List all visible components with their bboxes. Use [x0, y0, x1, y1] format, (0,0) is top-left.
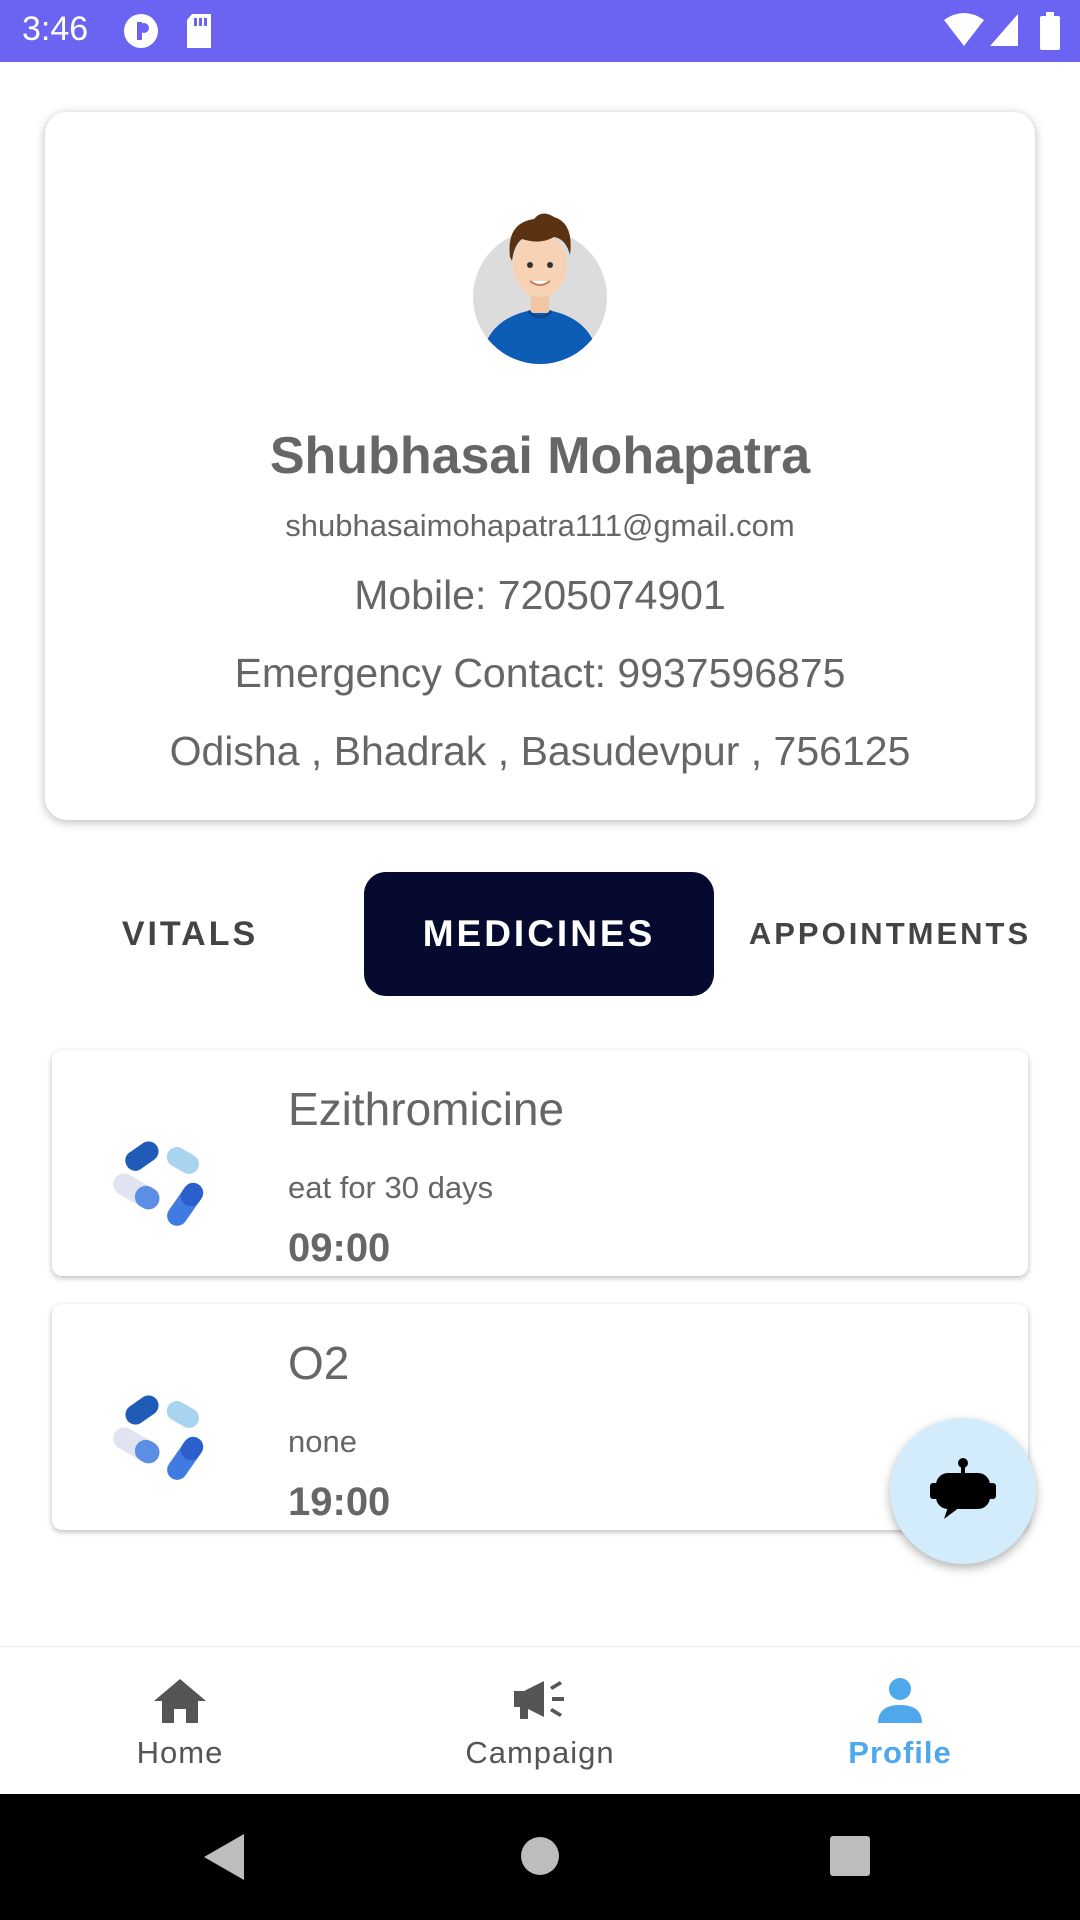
- chatbot-icon: [930, 1457, 996, 1526]
- recents-icon[interactable]: [830, 1836, 870, 1881]
- medicine-name: O2: [288, 1337, 350, 1389]
- nav-home-label: Home: [136, 1735, 224, 1770]
- wifi-icon: [944, 12, 984, 53]
- pills-icon: [102, 1388, 212, 1488]
- profile-mobile: Mobile: 7205074901: [354, 572, 726, 618]
- nav-campaign-label: Campaign: [465, 1735, 615, 1770]
- megaphone-icon: [510, 1675, 570, 1725]
- medicine-name: Ezithromicine: [288, 1083, 565, 1135]
- battery-icon: [1040, 12, 1060, 55]
- system-nav-bar: [0, 1794, 1080, 1920]
- nav-home[interactable]: Home: [30, 1647, 330, 1795]
- signal-icon: [988, 12, 1020, 53]
- tab-medicines[interactable]: MEDICINES: [364, 872, 714, 996]
- status-bar: 3:46: [0, 0, 1080, 62]
- status-time: 3:46: [22, 10, 89, 48]
- tab-appointments[interactable]: APPOINTMENTS: [740, 872, 1040, 996]
- nav-campaign[interactable]: Campaign: [390, 1647, 690, 1795]
- medicine-card[interactable]: Ezithromicine eat for 30 days 09:00: [52, 1050, 1028, 1276]
- medicine-note: none: [288, 1424, 357, 1459]
- medicine-note: eat for 30 days: [288, 1170, 494, 1205]
- tab-vitals[interactable]: VITALS: [80, 872, 300, 996]
- back-icon[interactable]: [204, 1834, 244, 1885]
- profile-email: shubhasaimohapatra111@gmail.com: [285, 508, 795, 543]
- profile-emergency-contact: Emergency Contact: 9937596875: [234, 650, 846, 696]
- pills-icon: [102, 1134, 212, 1234]
- profile-address: Odisha , Bhadrak , Basudevpur , 756125: [169, 728, 911, 774]
- nav-profile[interactable]: Profile: [750, 1647, 1050, 1795]
- home-circle-icon[interactable]: [520, 1836, 560, 1881]
- nav-profile-label: Profile: [848, 1735, 952, 1770]
- chatbot-button[interactable]: [890, 1418, 1036, 1564]
- medicine-card[interactable]: O2 none 19:00: [52, 1304, 1028, 1530]
- pinterest-like-icon: [122, 12, 160, 55]
- profile-name: Shubhasai Mohapatra: [269, 427, 811, 485]
- medicine-time: 09:00: [288, 1226, 391, 1270]
- avatar: [470, 205, 610, 367]
- bottom-nav: Home Campaign Profile: [0, 1646, 1080, 1794]
- sd-card-icon: [184, 12, 214, 55]
- medicine-time: 19:00: [288, 1480, 391, 1524]
- home-icon: [150, 1675, 210, 1725]
- person-icon: [870, 1675, 930, 1725]
